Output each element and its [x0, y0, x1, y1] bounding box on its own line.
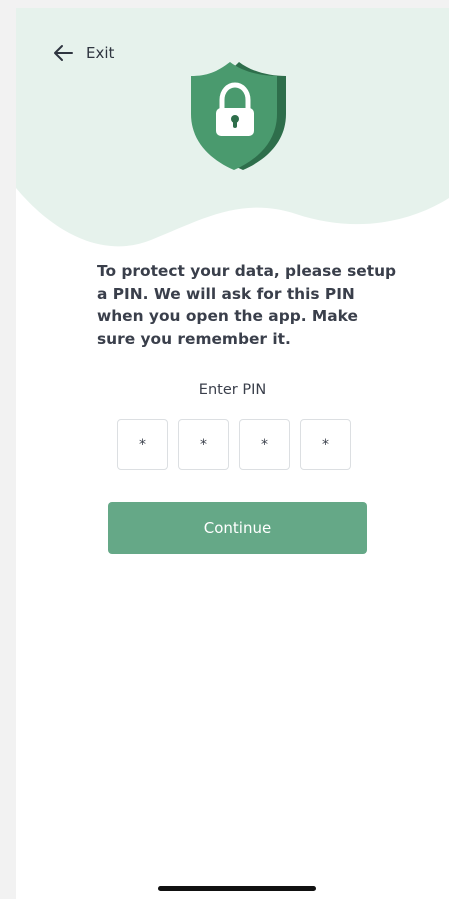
pin-digit-3[interactable]: * [239, 419, 290, 470]
shield-lock-icon [191, 62, 286, 170]
continue-button[interactable]: Continue [108, 502, 367, 554]
pin-digit-4[interactable]: * [300, 419, 351, 470]
pin-label: Enter PIN [198, 382, 267, 398]
app-screen: Exit To protect your data, please setup … [16, 8, 449, 899]
pin-instructions: To protect your data, please setup a PIN… [97, 262, 397, 349]
exit-label: Exit [86, 44, 115, 62]
pin-digit-1[interactable]: * [117, 419, 168, 470]
arrow-left-icon [52, 44, 74, 62]
home-indicator [158, 886, 316, 891]
pin-digit-2[interactable]: * [178, 419, 229, 470]
exit-button[interactable]: Exit [52, 44, 114, 62]
pin-input-group: * * * * [117, 419, 351, 470]
